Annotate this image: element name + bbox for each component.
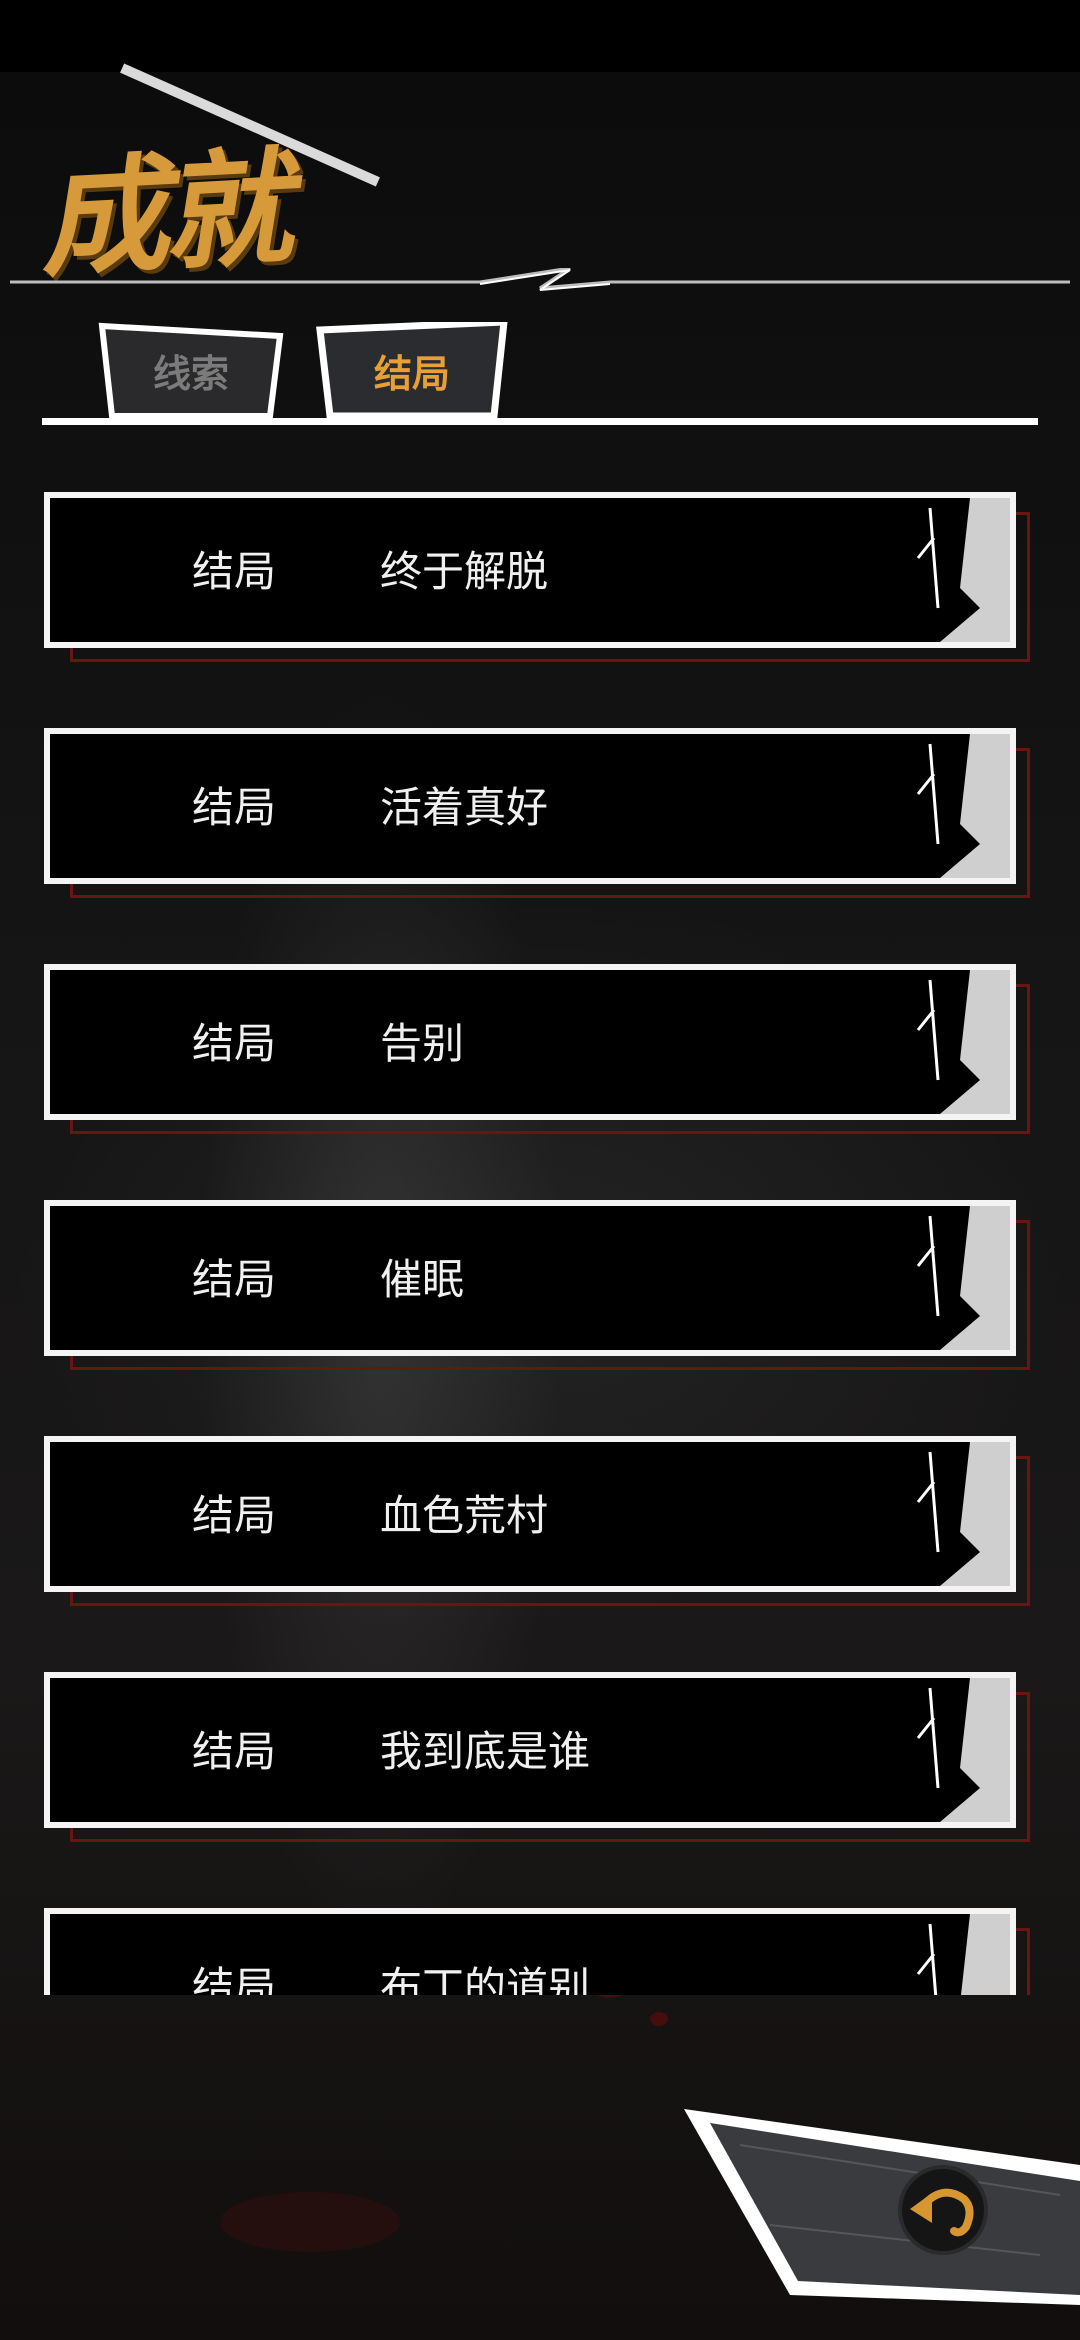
tab-clues-label: 线索: [152, 351, 229, 396]
list-item[interactable]: 结局 我到底是谁: [44, 1672, 1036, 1844]
card-scratch-decoration: [916, 1206, 1010, 1350]
entry-name: 催眠: [380, 1255, 465, 1304]
title-divider: [10, 268, 1070, 291]
card-scratch-decoration: [916, 970, 1010, 1114]
back-button[interactable]: [680, 2105, 1080, 2305]
list-item[interactable]: 结局 告别: [44, 964, 1036, 1136]
entry-name: 活着真好: [380, 783, 549, 832]
list-item[interactable]: 结局 终于解脱: [44, 492, 1036, 664]
entry-name: 我到底是谁: [380, 1727, 591, 1776]
card-scratch-decoration: [916, 498, 1010, 642]
card-scratch-decoration: [916, 734, 1010, 878]
entry-category: 结局: [192, 1019, 277, 1068]
blood-splatter: [650, 2012, 668, 2026]
blood-splatter: [220, 2192, 400, 2252]
tab-underline: [42, 418, 1038, 425]
tab-endings[interactable]: 结局: [314, 322, 510, 418]
tab-endings-label: 结局: [373, 351, 450, 396]
entry-category: 结局: [192, 1491, 277, 1540]
entry-name: 终于解脱: [380, 547, 549, 596]
tab-clues[interactable]: 线索: [98, 322, 284, 418]
entry-category: 结局: [192, 1963, 277, 1995]
card-frame: [44, 964, 1016, 1120]
back-arrow-icon: [898, 2165, 988, 2255]
page-title-area: 成就: [37, 63, 380, 295]
status-bar: [0, 0, 1080, 72]
card-frame: [44, 1200, 1016, 1356]
card-scratch-decoration: [916, 1914, 1010, 1995]
list-item[interactable]: 结局 血色荒村: [44, 1436, 1036, 1608]
back-button-frame: [684, 2109, 1080, 2305]
list-item[interactable]: 结局 催眠: [44, 1200, 1036, 1372]
entry-category: 结局: [192, 1255, 277, 1304]
card-scratch-decoration: [916, 1442, 1010, 1586]
card-scratch-decoration: [916, 1678, 1010, 1822]
entry-name: 布丁的道别: [380, 1963, 591, 1995]
list-item[interactable]: 结局 布丁的道别: [44, 1908, 1036, 1995]
list-item[interactable]: 结局 活着真好: [44, 728, 1036, 900]
entry-category: 结局: [192, 547, 277, 596]
entry-category: 结局: [192, 783, 277, 832]
entry-category: 结局: [192, 1727, 277, 1776]
entry-name: 血色荒村: [380, 1491, 549, 1540]
achievement-list[interactable]: 结局 终于解脱 结局 活着真好 结局 告别 结局 催眠 结局 血色荒村 结局 我…: [0, 480, 1080, 1995]
entry-name: 告别: [380, 1019, 465, 1068]
